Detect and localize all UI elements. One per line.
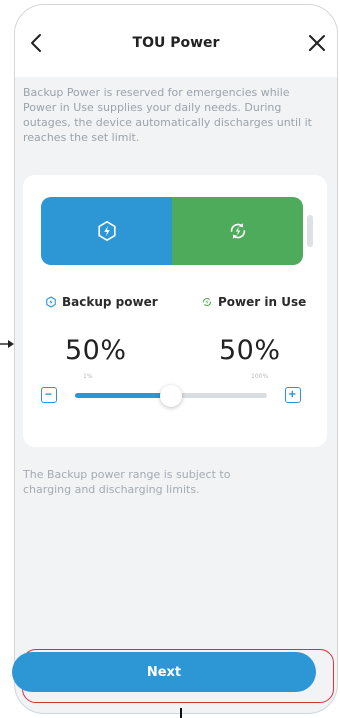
cycle-bolt-icon: [230, 223, 245, 239]
backup-percentage: 50%: [65, 335, 127, 366]
increase-button[interactable]: [285, 387, 301, 403]
page-title: TOU Power: [132, 35, 220, 51]
cycle-bolt-icon: [202, 297, 212, 307]
phone-screen: TOU Power Backup Power is reserved for e…: [14, 4, 338, 714]
description-text: Backup Power is reserved for emergencies…: [23, 86, 312, 144]
split-bar-handle[interactable]: [307, 215, 313, 247]
power-split-card: Backup power Power in Use 50% 50% 1% 100…: [23, 175, 327, 447]
header: TOU Power: [15, 5, 337, 77]
decrease-button[interactable]: [41, 387, 57, 403]
slider-thumb[interactable]: [160, 385, 182, 407]
tap-indicator: [180, 708, 182, 718]
annotation-arrow-icon: [0, 340, 14, 348]
power-split-bar: [41, 197, 303, 265]
slider-max-label: 100%: [251, 373, 269, 380]
backup-slider: 1% 100%: [23, 373, 327, 417]
backup-label: Backup power: [45, 295, 158, 309]
in-use-label: Power in Use: [201, 295, 306, 309]
in-use-percentage: 50%: [219, 335, 281, 366]
backup-segment[interactable]: [41, 197, 172, 265]
slider-fill: [75, 393, 171, 398]
close-icon[interactable]: [305, 31, 329, 55]
range-note: The Backup power range is subject to cha…: [23, 468, 231, 496]
minus-icon: [45, 393, 52, 395]
next-button[interactable]: Next: [12, 652, 316, 692]
in-use-label-text: Power in Use: [218, 295, 307, 309]
plus-icon: [289, 390, 296, 398]
chevron-left-icon[interactable]: [25, 31, 49, 55]
shield-bolt-icon: [46, 296, 56, 308]
shield-bolt-icon: [97, 220, 116, 242]
slider-min-label: 1%: [83, 373, 93, 380]
backup-label-text: Backup power: [62, 295, 158, 309]
in-use-segment[interactable]: [172, 197, 303, 265]
